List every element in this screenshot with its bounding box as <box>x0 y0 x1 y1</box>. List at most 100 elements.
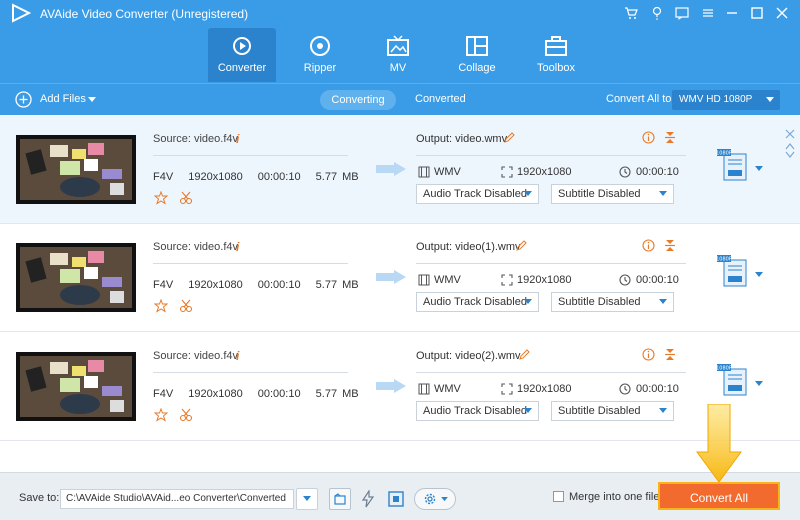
tab-toolbox[interactable]: Toolbox <box>523 28 589 82</box>
subtitle-select[interactable]: Subtitle Disabled <box>551 184 674 204</box>
info-circle-icon[interactable] <box>642 131 655 144</box>
output-format-button[interactable]: 1080P <box>716 254 750 288</box>
info-circle-icon[interactable] <box>642 348 655 361</box>
gear-icon <box>424 493 435 505</box>
settings-button[interactable] <box>414 488 456 510</box>
gpu-icon <box>388 491 404 507</box>
divider <box>153 155 348 156</box>
video-thumbnail[interactable] <box>16 243 136 312</box>
minimize-icon[interactable] <box>723 4 741 22</box>
chevron-down-icon <box>303 496 311 501</box>
compress-icon[interactable] <box>664 131 676 144</box>
help-icon[interactable] <box>648 4 666 22</box>
compress-icon[interactable] <box>664 348 676 361</box>
path-dropdown-button[interactable] <box>296 488 318 510</box>
menu-icon[interactable] <box>699 4 717 22</box>
thumbnail-image <box>20 356 132 417</box>
info-circle-icon[interactable] <box>642 239 655 252</box>
resolution-icon <box>501 166 513 178</box>
output-format-button[interactable]: 1080P <box>716 363 750 397</box>
output-resolution: 1920x1080 <box>517 166 572 178</box>
edit-icon[interactable] <box>515 240 527 252</box>
source-filename: Source: video.f4v <box>153 133 238 145</box>
video-thumbnail[interactable] <box>16 352 136 421</box>
info-icon[interactable]: i <box>236 132 239 146</box>
add-files-button[interactable]: Add Files <box>40 93 86 105</box>
format-badge: 1080P <box>716 151 732 157</box>
maximize-icon[interactable] <box>748 4 766 22</box>
format-badge: 1080P <box>716 257 732 263</box>
title-bar: AVAide Video Converter (Unregistered) Co… <box>0 0 800 83</box>
subtitle-value: Subtitle Disabled <box>558 188 641 200</box>
chevron-up-icon[interactable] <box>785 142 795 150</box>
chevron-down-icon <box>659 408 667 413</box>
resolution-icon <box>501 274 513 286</box>
open-folder-button[interactable] <box>329 488 351 510</box>
tab-converted[interactable]: Converted <box>415 93 466 105</box>
source-size: 5.77 MB <box>315 171 359 183</box>
tab-mv[interactable]: MV <box>365 28 431 82</box>
source-filename: Source: video.f4v <box>153 241 238 253</box>
scissors-icon[interactable] <box>179 191 193 205</box>
wmv-file-icon: 1080P <box>716 255 747 287</box>
tab-label: Ripper <box>303 62 337 74</box>
audio-track-select[interactable]: Audio Track Disabled <box>416 184 539 204</box>
file-row[interactable]: Source: video.f4v i F4V 1920x1080 00:00:… <box>0 116 800 224</box>
merge-label: Merge into one file <box>569 491 660 503</box>
merge-checkbox[interactable] <box>553 491 564 502</box>
scissors-icon[interactable] <box>179 408 193 422</box>
compress-icon[interactable] <box>664 239 676 252</box>
chevron-down-icon[interactable] <box>755 166 763 172</box>
tab-label: Converter <box>217 62 267 74</box>
info-icon[interactable]: i <box>236 240 239 254</box>
close-icon[interactable] <box>773 4 791 22</box>
convert-all-format-select[interactable]: WMV HD 1080P <box>672 90 780 110</box>
subtitle-value: Subtitle Disabled <box>558 405 641 417</box>
tab-converting[interactable]: Converting <box>320 90 396 110</box>
arrow-right-icon <box>376 270 406 284</box>
divider <box>153 263 348 264</box>
add-icon[interactable] <box>15 91 32 108</box>
collage-icon <box>466 36 488 56</box>
tab-converter[interactable]: Converter <box>208 28 276 82</box>
output-duration: 00:00:10 <box>636 383 679 395</box>
save-to-label: Save to: <box>19 492 60 504</box>
convert-all-button[interactable]: Convert All <box>658 482 780 510</box>
output-format-button[interactable]: 1080P <box>716 148 750 182</box>
audio-track-select[interactable]: Audio Track Disabled <box>416 401 539 421</box>
chevron-down-icon[interactable] <box>785 151 795 159</box>
magic-wand-icon[interactable] <box>154 299 168 313</box>
edit-icon[interactable] <box>518 349 530 361</box>
chevron-down-icon[interactable] <box>755 272 763 278</box>
tab-ripper[interactable]: Ripper <box>287 28 353 82</box>
chevron-down-icon <box>524 408 532 413</box>
converter-icon <box>233 37 251 55</box>
remove-icon[interactable] <box>785 129 795 139</box>
chevron-down-icon <box>524 299 532 304</box>
feedback-icon[interactable] <box>673 4 691 22</box>
file-row[interactable]: Source: video.f4v i F4V 1920x1080 00:00:… <box>0 224 800 332</box>
chevron-down-icon[interactable] <box>88 97 96 103</box>
cart-icon[interactable] <box>622 4 640 22</box>
hardware-accel-button[interactable] <box>357 488 379 510</box>
audio-track-select[interactable]: Audio Track Disabled <box>416 292 539 312</box>
toolbox-icon <box>545 36 567 56</box>
magic-wand-icon[interactable] <box>154 408 168 422</box>
subtitle-select[interactable]: Subtitle Disabled <box>551 401 674 421</box>
source-format: F4V <box>153 388 174 400</box>
file-row[interactable]: Source: video.f4v i F4V 1920x1080 00:00:… <box>0 333 800 441</box>
scissors-icon[interactable] <box>179 299 193 313</box>
save-path-field[interactable]: C:\AVAide Studio\AVAid...eo Converter\Co… <box>60 489 294 509</box>
edit-icon[interactable] <box>503 132 515 144</box>
pointer-arrow-icon <box>696 404 742 483</box>
video-thumbnail[interactable] <box>16 135 136 204</box>
source-resolution: 1920x1080 <box>188 171 243 183</box>
tab-collage[interactable]: Collage <box>444 28 510 82</box>
gpu-accel-button[interactable] <box>385 488 407 510</box>
ripper-icon <box>310 36 330 56</box>
arrow-right-icon <box>376 162 406 176</box>
subtitle-select[interactable]: Subtitle Disabled <box>551 292 674 312</box>
chevron-down-icon[interactable] <box>755 381 763 387</box>
magic-wand-icon[interactable] <box>154 191 168 205</box>
info-icon[interactable]: i <box>236 349 239 363</box>
